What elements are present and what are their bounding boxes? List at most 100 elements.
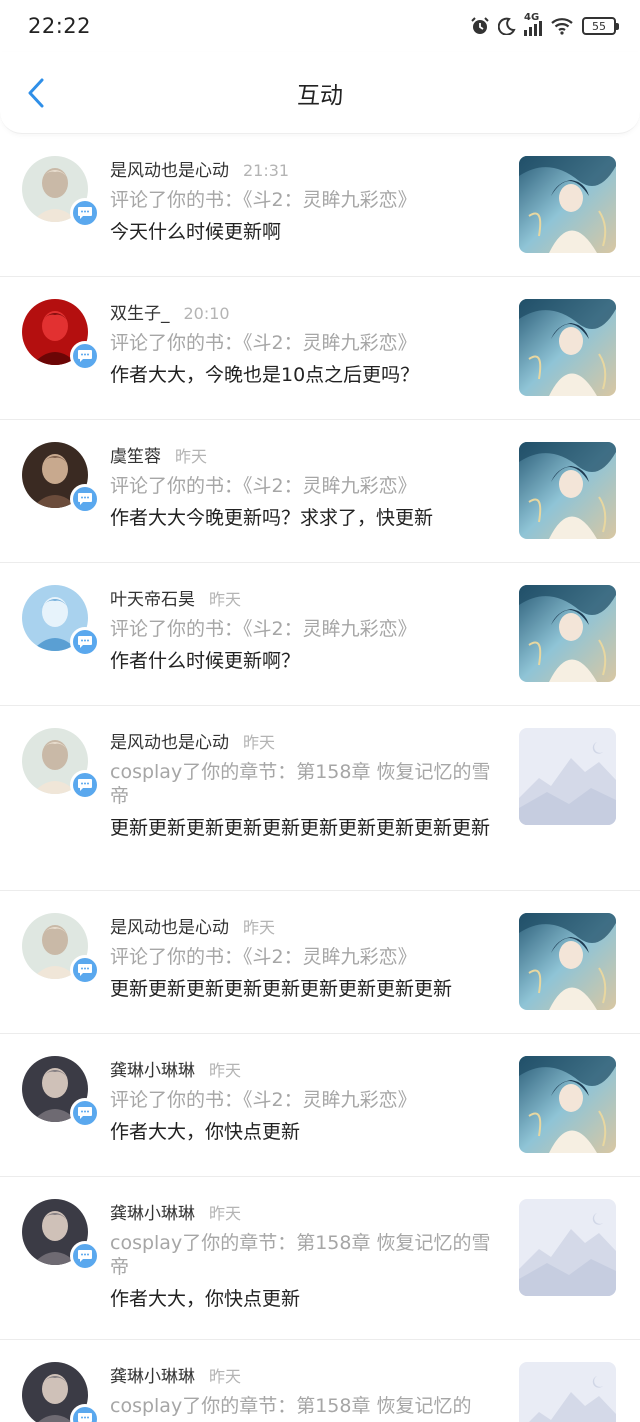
status-time: 22:22 — [28, 14, 92, 38]
battery-level: 55 — [592, 19, 606, 33]
user-name[interactable]: 是风动也是心动 — [110, 913, 229, 938]
list-item[interactable]: 是风动也是心动 21:31 评论了你的书：《斗2：灵眸九彩恋》 今天什么时候更新啊 — [0, 134, 640, 277]
avatar-wrap[interactable] — [22, 728, 100, 800]
avatar-wrap[interactable] — [22, 299, 100, 371]
item-meta: 龚琳小琳琳 昨天 — [110, 1362, 501, 1390]
item-time: 昨天 — [243, 918, 276, 937]
header: 互动 — [0, 52, 640, 134]
book-thumbnail[interactable] — [519, 913, 616, 1010]
avatar-wrap[interactable] — [22, 913, 100, 985]
network-label: 4G — [524, 12, 540, 23]
item-content: 是风动也是心动 昨天评论了你的书：《斗2：灵眸九彩恋》更新更新更新更新更新更新更新… — [88, 913, 519, 1011]
book-thumbnail[interactable] — [519, 442, 616, 539]
comment-text: 作者什么时候更新啊？ — [110, 650, 301, 672]
item-content: 是风动也是心动 昨天 cosplay了你的章节：第158章 恢复记忆的雪帝更新更新更… — [88, 728, 519, 868]
user-name[interactable]: 是风动也是心动 — [110, 156, 229, 181]
comment-badge — [70, 627, 100, 657]
avatar-wrap[interactable] — [22, 442, 100, 514]
user-name[interactable]: 虞笙蓉 — [110, 442, 161, 467]
list-item[interactable]: 是风动也是心动 昨天评论了你的书：《斗2：灵眸九彩恋》更新更新更新更新更新更新更新… — [0, 891, 640, 1034]
item-time: 昨天 — [209, 1061, 242, 1080]
list-item[interactable]: 叶天帝石昊 昨天评论了你的书：《斗2：灵眸九彩恋》 作者什么时候更新啊？ — [0, 563, 640, 706]
chat-bubble-icon — [78, 636, 92, 648]
action-text: 评论了你的书：《斗2：灵眸九彩恋》 — [110, 332, 417, 354]
list-item[interactable]: 虞笙蓉 昨天 评论了你的书：《斗2：灵眸九彩恋》 作者大大今晚更新吗？求求了，快更新 — [0, 420, 640, 563]
moon-icon — [498, 17, 516, 35]
action-text: 评论了你的书：《斗2：灵眸九彩恋》 — [110, 475, 417, 497]
item-content: 龚琳小琳琳 昨天评论了你的书：《斗2：灵眸九彩恋》 作者大大，你快点更新 — [88, 1056, 519, 1154]
chat-bubble-icon — [78, 1107, 92, 1119]
item-time: 昨天 — [209, 1204, 242, 1223]
avatar-wrap[interactable] — [22, 156, 100, 228]
list-item[interactable]: 龚琳小琳琳 昨天 cosplay了你的章节：第158章 恢复记忆的雪帝作者大大，你快… — [0, 1177, 640, 1340]
item-content: 虞笙蓉 昨天 评论了你的书：《斗2：灵眸九彩恋》 作者大大今晚更新吗？求求了，快更新 — [88, 442, 519, 540]
chat-bubble-icon — [78, 779, 92, 791]
item-meta: 是风动也是心动 21:31 — [110, 156, 501, 184]
comment-text: 更新更新更新更新更新更新更新更新更新 — [110, 978, 453, 1000]
avatar-wrap[interactable] — [22, 1199, 100, 1271]
chat-bubble-icon — [78, 964, 92, 976]
status-icons: 4G 55 — [470, 12, 619, 36]
comment-text: 作者大大，你快点更新 — [110, 1121, 301, 1143]
chat-bubble-icon — [78, 1250, 92, 1262]
page-title: 互动 — [297, 82, 343, 109]
avatar-wrap[interactable] — [22, 1056, 100, 1128]
user-name[interactable]: 是风动也是心动 — [110, 728, 229, 753]
item-time: 昨天 — [209, 590, 242, 609]
book-thumbnail[interactable] — [519, 156, 616, 253]
comment-badge — [70, 341, 100, 371]
comment-badge — [70, 198, 100, 228]
item-meta: 是风动也是心动 昨天 — [110, 728, 501, 756]
book-thumbnail[interactable] — [519, 1362, 616, 1422]
user-name[interactable]: 龚琳小琳琳 — [110, 1056, 195, 1081]
item-content: 是风动也是心动 21:31 评论了你的书：《斗2：灵眸九彩恋》 今天什么时候更新啊 — [88, 156, 519, 254]
comment-text: 作者大大，你快点更新 — [110, 1288, 301, 1310]
item-meta: 龚琳小琳琳 昨天 — [110, 1056, 501, 1084]
list-item[interactable]: 双生子_ 20:10 评论了你的书：《斗2：灵眸九彩恋》 作者大大，今晚也是10点之后… — [0, 277, 640, 420]
chat-bubble-icon — [78, 1413, 92, 1422]
action-text: 评论了你的书：《斗2：灵眸九彩恋》 — [110, 618, 417, 640]
status-bar: 22:22 4G 55 — [0, 0, 640, 52]
list-item[interactable]: 是风动也是心动 昨天 cosplay了你的章节：第158章 恢复记忆的雪帝更新更新更… — [0, 706, 640, 891]
item-time: 昨天 — [243, 733, 276, 752]
comment-badge — [70, 1241, 100, 1271]
avatar-wrap[interactable] — [22, 1362, 100, 1422]
chevron-left-icon — [28, 78, 44, 107]
book-thumbnail[interactable] — [519, 299, 616, 396]
avatar-wrap[interactable] — [22, 585, 100, 657]
wifi-icon — [551, 18, 573, 35]
list-item[interactable]: 龚琳小琳琳 昨天 cosplay了你的章节：第158章 恢复记忆的 — [0, 1340, 640, 1422]
action-text: 评论了你的书：《斗2：灵眸九彩恋》 — [110, 189, 417, 211]
comment-badge — [70, 1098, 100, 1128]
list-item[interactable]: 龚琳小琳琳 昨天评论了你的书：《斗2：灵眸九彩恋》 作者大大，你快点更新 — [0, 1034, 640, 1177]
alarm-icon — [471, 17, 489, 34]
comment-badge — [70, 770, 100, 800]
book-thumbnail[interactable] — [519, 1056, 616, 1153]
book-thumbnail[interactable] — [519, 1199, 616, 1296]
action-text: cosplay了你的章节：第158章 恢复记忆的雪帝 — [110, 1232, 491, 1278]
item-content: 双生子_ 20:10 评论了你的书：《斗2：灵眸九彩恋》 作者大大，今晚也是10点之后… — [88, 299, 519, 397]
item-content: 龚琳小琳琳 昨天 cosplay了你的章节：第158章 恢复记忆的 — [88, 1362, 519, 1422]
action-text: cosplay了你的章节：第158章 恢复记忆的雪帝 — [110, 761, 491, 807]
book-thumbnail[interactable] — [519, 585, 616, 682]
item-time: 昨天 — [175, 447, 208, 466]
action-text: cosplay了你的章节：第158章 恢复记忆的 — [110, 1395, 472, 1417]
comment-text: 今天什么时候更新啊 — [110, 221, 282, 243]
user-name[interactable]: 双生子_ — [110, 299, 170, 324]
user-name[interactable]: 龚琳小琳琳 — [110, 1199, 195, 1224]
item-meta: 是风动也是心动 昨天 — [110, 913, 501, 941]
item-content: 龚琳小琳琳 昨天 cosplay了你的章节：第158章 恢复记忆的雪帝作者大大，你快… — [88, 1199, 519, 1317]
action-text: 评论了你的书：《斗2：灵眸九彩恋》 — [110, 946, 417, 968]
user-name[interactable]: 叶天帝石昊 — [110, 585, 195, 610]
item-time: 21:31 — [243, 161, 290, 180]
action-text: 评论了你的书：《斗2：灵眸九彩恋》 — [110, 1089, 417, 1111]
item-content: 叶天帝石昊 昨天评论了你的书：《斗2：灵眸九彩恋》 作者什么时候更新啊？ — [88, 585, 519, 683]
book-thumbnail[interactable] — [519, 728, 616, 825]
comment-text: 作者大大，今晚也是10点之后更吗？ — [110, 364, 420, 386]
comment-text: 更新更新更新更新更新更新更新更新更新更新 — [110, 817, 491, 839]
user-name[interactable]: 龚琳小琳琳 — [110, 1362, 195, 1387]
item-meta: 叶天帝石昊 昨天 — [110, 585, 501, 613]
comment-badge — [70, 484, 100, 514]
item-time: 20:10 — [183, 304, 230, 323]
back-button[interactable] — [18, 71, 54, 115]
